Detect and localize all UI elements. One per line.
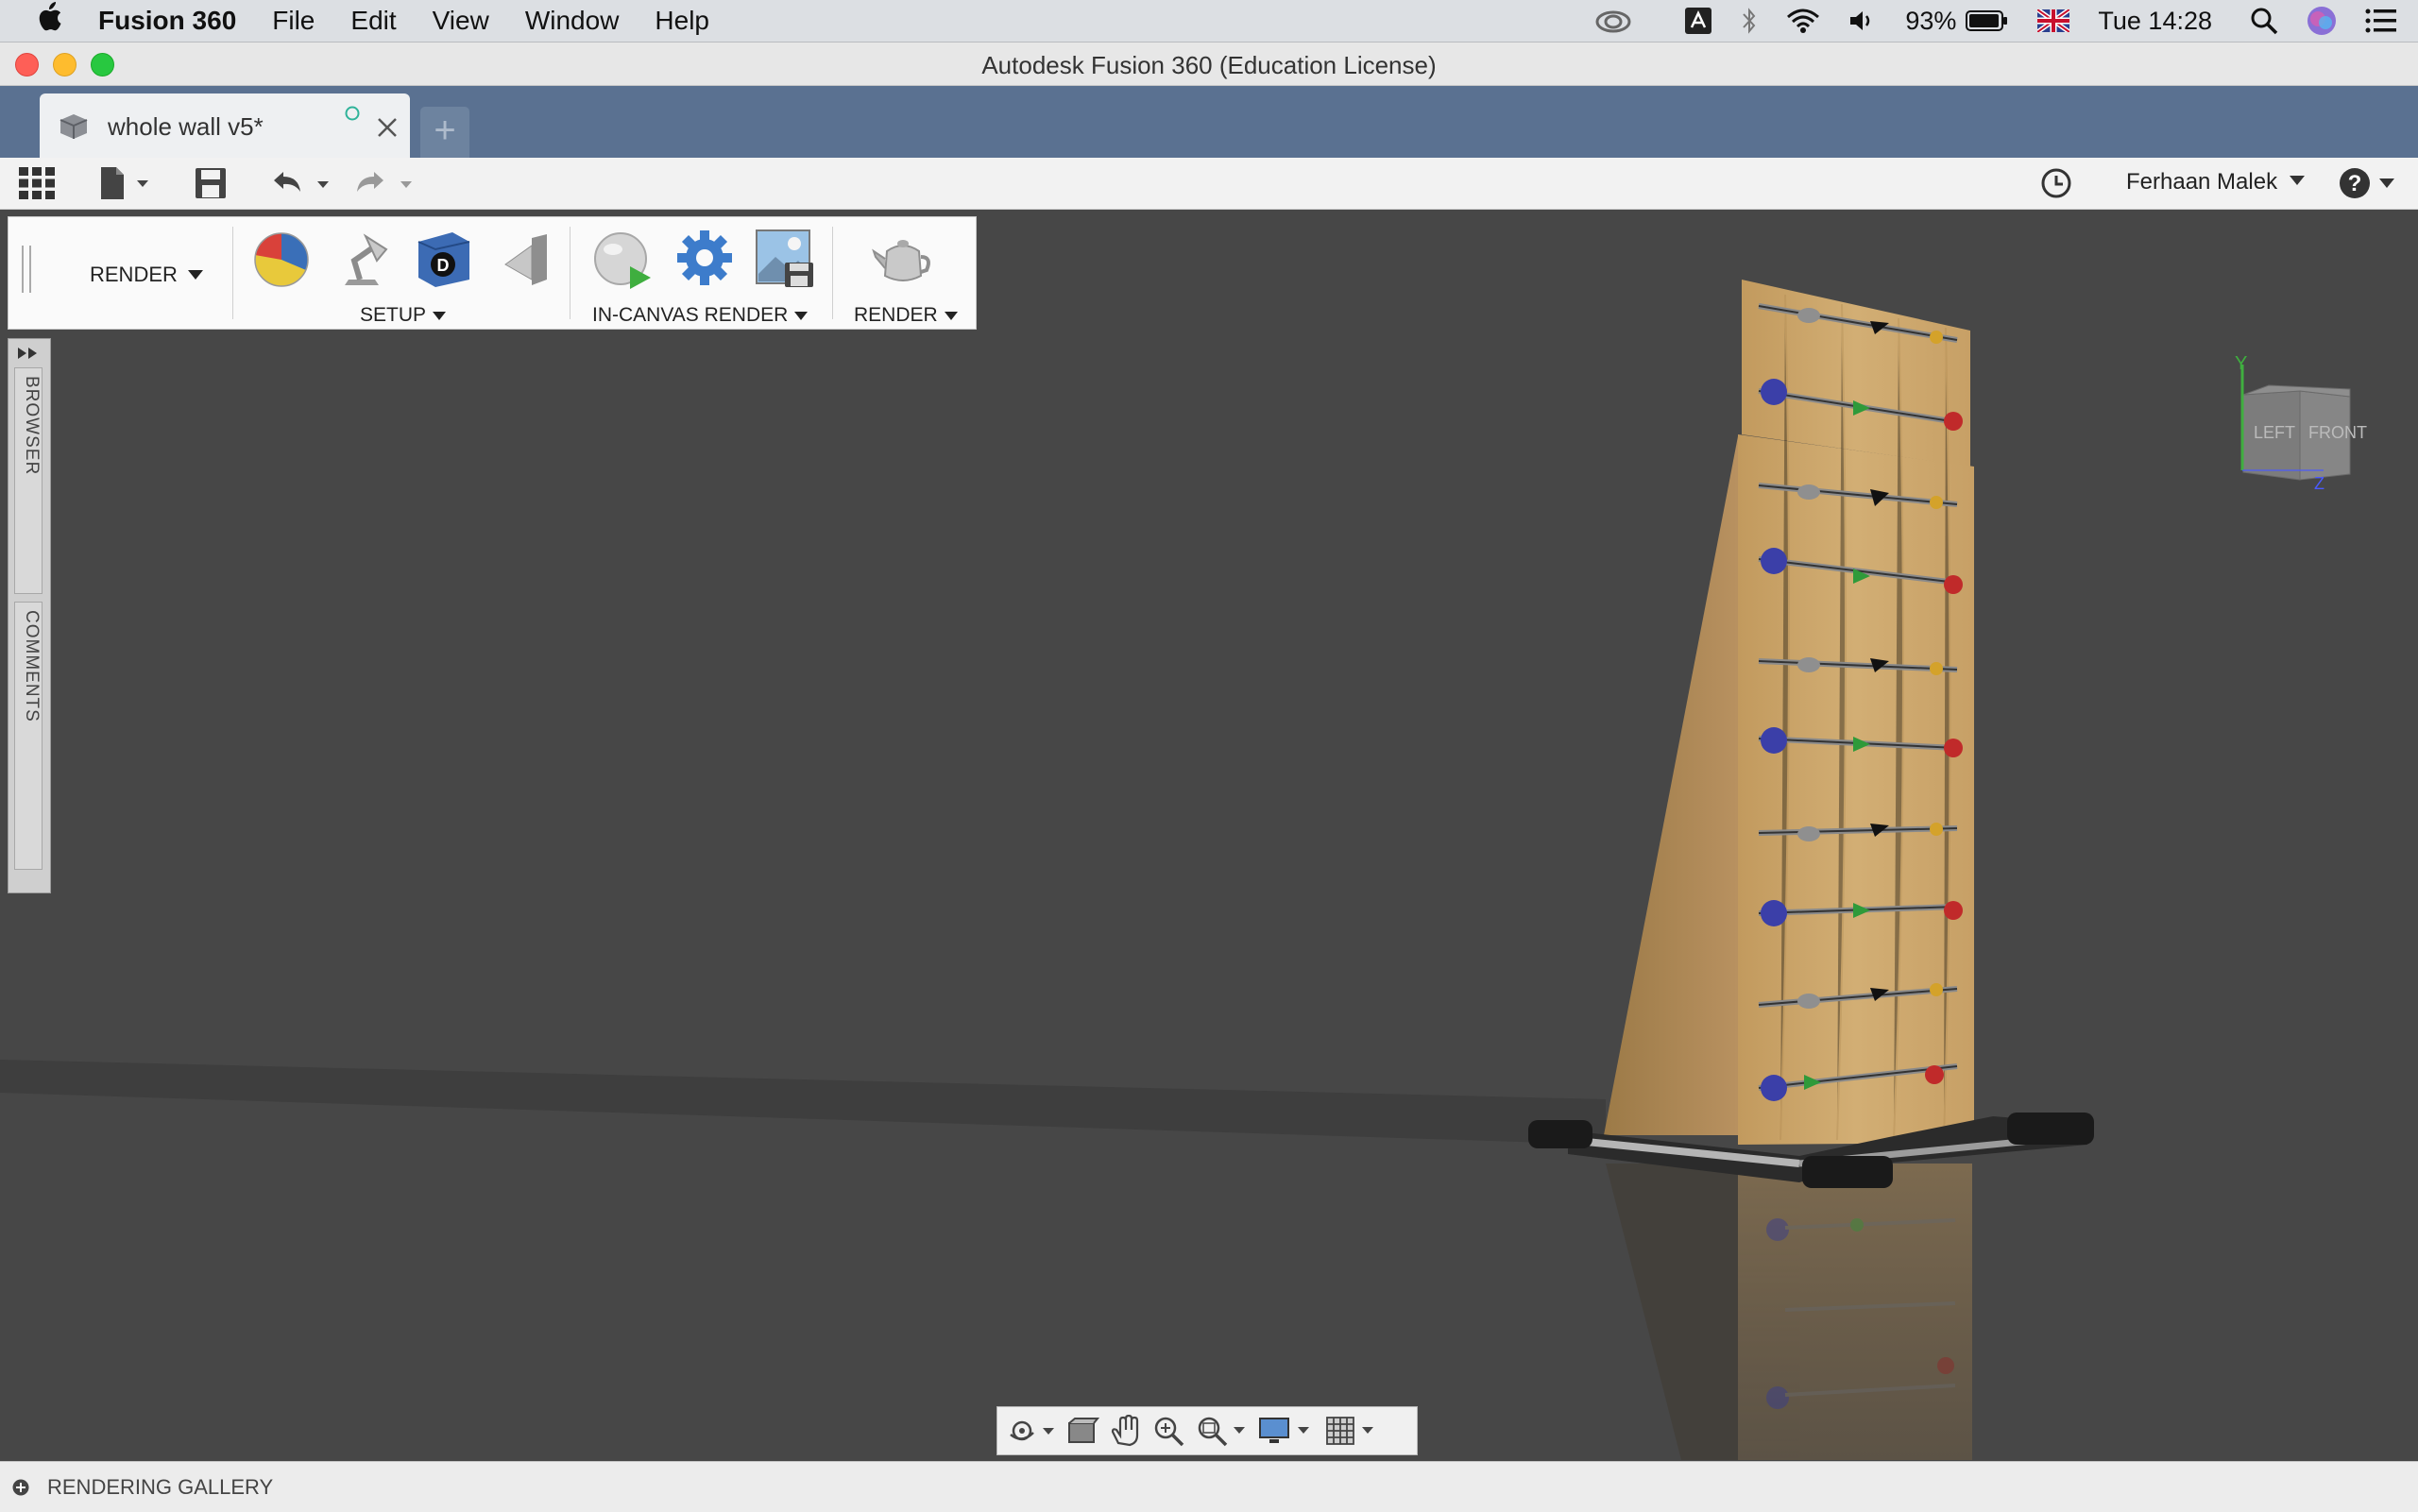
pan-hand-icon[interactable] — [1109, 1415, 1143, 1447]
display-settings-icon[interactable] — [1258, 1415, 1315, 1447]
window-title: Autodesk Fusion 360 (Education License) — [981, 51, 1437, 79]
scene-settings-lamp-icon[interactable] — [332, 229, 392, 296]
data-panel-grid-icon[interactable] — [19, 167, 55, 204]
workspace-label: RENDER — [90, 263, 178, 286]
battery-percent: 93% — [1905, 6, 1957, 35]
bluetooth-icon[interactable] — [1741, 7, 1758, 35]
setup-group-label: SETUP — [360, 304, 427, 326]
navigation-bar — [996, 1406, 1418, 1455]
redo-icon[interactable] — [353, 169, 419, 202]
wall-side-panel — [1604, 436, 1738, 1135]
menu-edit[interactable]: Edit — [350, 6, 396, 36]
file-menu-button[interactable] — [99, 165, 158, 206]
chevron-down-icon — [433, 311, 447, 320]
chevron-down-icon — [794, 311, 809, 320]
menu-window[interactable]: Window — [525, 6, 620, 36]
notification-center-icon[interactable] — [2365, 8, 2397, 33]
menu-app-name[interactable]: Fusion 360 — [98, 6, 236, 36]
rendering-gallery-label[interactable]: RENDERING GALLERY — [47, 1475, 273, 1500]
unsaved-changes-icon — [344, 105, 361, 127]
ribbon-separator — [232, 227, 233, 319]
chevron-down-icon — [187, 270, 203, 280]
fit-zoom-window-icon[interactable] — [1196, 1415, 1249, 1447]
viewcube-left-face[interactable]: LEFT — [2254, 423, 2295, 443]
viewcube-axis-z: Z — [2314, 474, 2324, 493]
in-canvas-render-icon[interactable] — [592, 230, 655, 297]
volume-icon[interactable] — [1848, 8, 1877, 34]
decal-icon[interactable] — [498, 232, 551, 294]
rendering-gallery-bar: RENDERING GALLERY — [0, 1461, 2418, 1512]
appearance-icon[interactable] — [252, 230, 311, 294]
wifi-icon[interactable] — [1786, 8, 1820, 34]
uk-flag-icon[interactable] — [2037, 9, 2070, 32]
texture-map-controls-icon[interactable]: D — [415, 229, 473, 294]
render-group-menu[interactable]: RENDER — [854, 304, 959, 327]
wall-reflection — [1606, 1164, 1972, 1460]
zoom-icon[interactable] — [1152, 1415, 1186, 1447]
3d-viewport-canvas[interactable] — [0, 210, 2418, 1460]
application-toolbar: Ferhaan Malek ? — [0, 158, 2418, 210]
browser-panel-tab[interactable]: BROWSER — [14, 367, 43, 594]
help-menu-icon[interactable]: ? — [2339, 167, 2395, 199]
save-icon[interactable] — [195, 167, 227, 204]
in-canvas-render-settings-gear-icon[interactable] — [675, 229, 734, 292]
capture-image-icon[interactable] — [755, 229, 815, 294]
viewcube-front-face[interactable]: FRONT — [2308, 423, 2367, 443]
chevron-down-icon — [944, 311, 958, 320]
document-tab[interactable]: whole wall v5* — [40, 93, 410, 158]
adobe-acrobat-icon[interactable] — [1684, 7, 1712, 35]
apple-icon[interactable] — [36, 2, 62, 40]
menu-file[interactable]: File — [272, 6, 315, 36]
expand-panel-icon[interactable] — [17, 347, 40, 365]
setup-group-menu[interactable]: SETUP — [360, 304, 447, 327]
menubar-status-area: 93% Tue 14:28 — [1566, 0, 2397, 42]
orbit-icon[interactable] — [1007, 1416, 1056, 1446]
collapsed-side-panel: BROWSER COMMENTS — [8, 338, 51, 893]
svg-text:D: D — [437, 256, 450, 275]
grid-snaps-icon[interactable] — [1324, 1415, 1381, 1447]
document-tab-strip: whole wall v5* + — [0, 86, 2418, 158]
menubar-clock[interactable]: Tue 14:28 — [2098, 7, 2212, 36]
menu-help[interactable]: Help — [655, 6, 709, 36]
component-icon — [57, 110, 91, 145]
render-ribbon: RENDER D SETUP IN-CANVAS RENDER RENDER — [8, 216, 977, 330]
svg-text:?: ? — [2348, 171, 2362, 196]
workspace-switcher[interactable]: RENDER — [90, 263, 204, 287]
plus-icon: + — [434, 110, 456, 151]
comments-panel-tab[interactable]: COMMENTS — [14, 602, 43, 870]
macos-menubar: Fusion 360 File Edit View Window Help 93… — [0, 0, 2418, 42]
menu-view[interactable]: View — [433, 6, 489, 36]
viewcube[interactable]: Y LEFT FRONT Z — [2229, 353, 2371, 499]
in-canvas-render-group-menu[interactable]: IN-CANVAS RENDER — [592, 304, 809, 327]
wall-front-panel — [1738, 434, 1974, 1145]
in-canvas-render-group-label: IN-CANVAS RENDER — [592, 304, 789, 326]
ribbon-separator — [832, 227, 833, 319]
render-teapot-icon[interactable] — [870, 230, 936, 294]
creative-cloud-icon[interactable] — [1594, 8, 1632, 34]
viewcube-axis-y: Y — [2235, 353, 2248, 374]
window-titlebar: Autodesk Fusion 360 (Education License) — [0, 42, 2418, 86]
job-status-clock-icon[interactable] — [2040, 167, 2072, 204]
battery-icon[interactable] — [1966, 9, 2009, 32]
ribbon-grip — [22, 246, 31, 293]
look-at-icon[interactable] — [1065, 1416, 1099, 1446]
new-tab-button[interactable]: + — [420, 107, 469, 158]
document-tab-name: whole wall v5* — [108, 112, 264, 141]
user-account-menu[interactable]: Ferhaan Malek — [2126, 169, 2306, 195]
siri-icon[interactable] — [2307, 6, 2337, 36]
expand-gallery-icon[interactable] — [11, 1478, 30, 1502]
chevron-down-icon — [2289, 174, 2306, 191]
undo-icon[interactable] — [270, 169, 336, 202]
close-tab-icon[interactable] — [376, 116, 399, 144]
spotlight-search-icon[interactable] — [2250, 7, 2278, 35]
user-name: Ferhaan Malek — [2126, 169, 2278, 195]
menubar-left: Fusion 360 File Edit View Window Help — [0, 2, 745, 40]
render-group-label: RENDER — [854, 304, 938, 326]
